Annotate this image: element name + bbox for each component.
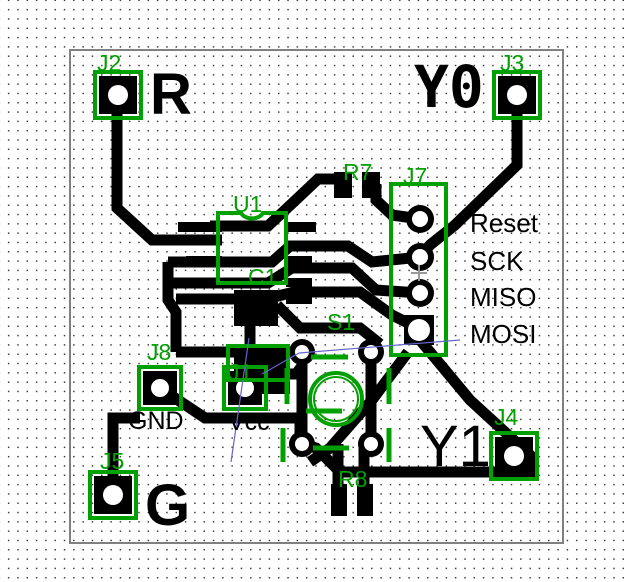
trace-u1-top-to-r7 (210, 173, 345, 232)
pad-s1-tr (358, 339, 384, 365)
net-label-vcc: Vcc (228, 408, 270, 436)
board-text-G: G (145, 473, 191, 538)
pad-j8 (143, 371, 177, 405)
pad-s1-bl (289, 431, 315, 457)
pad-j4 (495, 437, 533, 475)
board-text-R: R (150, 62, 192, 127)
refdes-c1[interactable]: C1 (248, 266, 277, 289)
pcb-layout-canvas[interactable]: R Y0 Y1 G Reset SCK MISO MOSI GND Vcc J2… (0, 0, 627, 582)
pad-s1-br (358, 431, 384, 457)
pad-c1 (234, 290, 278, 326)
board-text-Y1: Y1 (420, 414, 491, 479)
net-label-miso: MISO (470, 282, 537, 312)
silk-s1-inner (313, 376, 359, 422)
refdes-j3[interactable]: J3 (500, 52, 524, 75)
refdes-j4[interactable]: J4 (494, 406, 518, 429)
pad-j7-mosi (408, 319, 430, 341)
pad-j3 (498, 76, 536, 114)
refdes-j7[interactable]: J7 (403, 165, 427, 188)
silk-s1-outer (308, 371, 364, 427)
board-text-Y0: Y0 (414, 53, 484, 121)
net-label-reset: Reset (470, 208, 538, 238)
refdes-j2[interactable]: J2 (97, 52, 121, 75)
pad-j7-reset (406, 205, 434, 233)
refdes-j5[interactable]: J5 (100, 450, 124, 473)
refdes-r8[interactable]: R8 (338, 468, 367, 491)
net-label-sck: SCK (470, 246, 524, 276)
pad-j7-miso (406, 279, 434, 307)
refdes-r7[interactable]: R7 (343, 161, 372, 184)
net-label-gnd: GND (128, 407, 184, 435)
refdes-s1[interactable]: S1 (327, 311, 355, 334)
refdes-j8[interactable]: J8 (147, 341, 171, 364)
refdes-j1[interactable]: J1 (228, 361, 252, 384)
pad-j5 (94, 476, 132, 514)
refdes-u1[interactable]: U1 (233, 193, 262, 216)
net-label-mosi: MOSI (470, 319, 537, 349)
pad-j2 (99, 76, 137, 114)
